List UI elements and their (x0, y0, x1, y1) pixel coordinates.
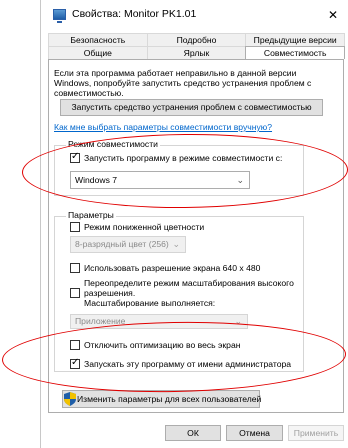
tab-shortcut[interactable]: Ярлык (146, 46, 247, 59)
tab-general[interactable]: Общие (48, 46, 148, 59)
reduced-color-label: Режим пониженной цветности (84, 222, 205, 232)
color-depth-select[interactable]: 8-разрядный цвет (256) ⌄ (70, 236, 186, 253)
title-bar: Свойства: Monitor PK1.01 ✕ (41, 0, 348, 30)
os-select-value: Windows 7 (75, 175, 118, 185)
tabs-row-1: Безопасность Подробно Предыдущие версии (48, 33, 346, 46)
chevron-down-icon: ⌄ (172, 239, 180, 249)
chevron-down-icon: ⌄ (236, 175, 244, 185)
compat-mode-checkbox-label: Запустить программу в режиме совместимос… (84, 153, 283, 163)
apply-button[interactable]: Применить (288, 425, 344, 441)
tabs-row-2: Общие Ярлык Совместимость (48, 46, 346, 59)
dpi-scaling-label-3: Масштабирование выполняется: (84, 298, 216, 308)
checkbox-unchecked[interactable] (70, 288, 80, 298)
tab-details[interactable]: Подробно (146, 33, 247, 46)
cancel-button[interactable]: Отмена (226, 425, 283, 441)
scaling-select[interactable]: Приложение ⌄ (70, 314, 248, 329)
checkbox-unchecked[interactable] (70, 263, 80, 273)
color-depth-value: 8-разрядный цвет (256) (75, 239, 169, 249)
ok-button[interactable]: ОК (165, 425, 221, 441)
monitor-app-icon (53, 9, 66, 23)
tab-compatibility[interactable]: Совместимость (245, 46, 346, 59)
close-button[interactable]: ✕ (317, 0, 348, 30)
scaling-select-value: Приложение (75, 316, 126, 326)
uac-shield-icon (64, 392, 76, 406)
checkbox-unchecked[interactable] (70, 340, 80, 350)
chevron-down-icon: ⌄ (234, 316, 242, 326)
troubleshoot-button[interactable]: Запустить средство устранения проблем с … (60, 99, 323, 116)
run-as-admin-label: Запускать эту программу от имени админис… (84, 359, 292, 369)
tab-previous-versions[interactable]: Предыдущие версии (245, 33, 346, 46)
checkbox-checked[interactable] (70, 357, 80, 369)
tab-security[interactable]: Безопасность (48, 33, 148, 46)
settings-group-label: Параметры (66, 210, 116, 220)
window-title: Свойства: Monitor PK1.01 (72, 8, 197, 20)
os-select[interactable]: Windows 7 ⌄ (70, 171, 250, 189)
compat-mode-group-label: Режим совместимости (66, 139, 160, 149)
resolution-640-label: Использовать разрешение экрана 640 x 480 (84, 263, 261, 273)
change-all-users-button[interactable]: Изменить параметры для всех пользователе… (62, 390, 262, 408)
manual-settings-link[interactable]: Как мне выбрать параметры совместимости … (54, 122, 272, 132)
disable-fullscreen-opt-label: Отключить оптимизацию во весь экран (84, 340, 241, 350)
checkbox-unchecked[interactable] (70, 222, 80, 232)
checkbox-checked[interactable] (70, 151, 80, 163)
intro-text: Если эта программа работает неправильно … (54, 68, 312, 98)
change-all-users-label: Изменить параметры для всех пользователе… (77, 394, 262, 404)
